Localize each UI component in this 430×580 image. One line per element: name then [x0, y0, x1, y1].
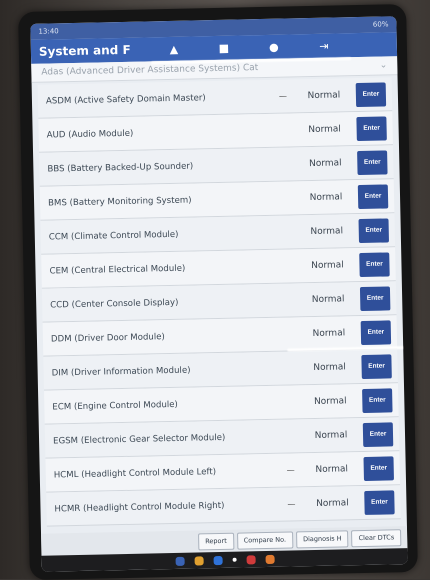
chevron-down-icon: ⌄ [380, 60, 388, 70]
module-name: DDM (Driver Door Module) [43, 329, 279, 344]
module-row: HCMR (Headlight Control Module Right)—No… [46, 485, 401, 526]
print-icon[interactable]: ■ [199, 41, 249, 55]
module-name: CCM (Climate Control Module) [41, 227, 277, 242]
module-status: Normal [297, 328, 361, 339]
enter-button[interactable]: Enter [363, 456, 393, 481]
enter-button[interactable]: Enter [361, 320, 391, 345]
module-status: Normal [295, 226, 359, 237]
dash-marker: — [282, 499, 300, 508]
app-icon-1[interactable] [175, 556, 184, 565]
enter-button[interactable]: Enter [357, 150, 387, 175]
home-dot-icon[interactable] [232, 558, 236, 562]
module-status: Normal [300, 497, 364, 508]
toolbar-button[interactable]: Compare No. [237, 531, 294, 549]
module-name: EGSM (Electronic Gear Selector Module) [45, 431, 281, 446]
status-time: 13:40 [38, 27, 58, 35]
module-name: DIM (Driver Information Module) [44, 363, 280, 378]
category-select-value: Adas (Advanced Driver Assistance Systems… [41, 63, 258, 78]
enter-button[interactable]: Enter [358, 184, 388, 209]
toolbar-button[interactable]: Clear DTCs [351, 529, 401, 547]
toolbar-button[interactable]: Report [198, 532, 234, 550]
enter-button[interactable]: Enter [356, 116, 386, 141]
module-status: Normal [294, 192, 358, 203]
module-status: Normal [295, 260, 359, 271]
module-status: Normal [300, 463, 364, 474]
dash-marker: — [282, 465, 300, 474]
page-title: System and F [39, 42, 149, 58]
module-status: Normal [293, 158, 357, 169]
app-icon-2[interactable] [194, 556, 203, 565]
home-icon[interactable]: ▲ [149, 42, 199, 56]
tablet-screen: 13:40 60% System and F ▲ ■ ● ⇥ Adas (Adv… [30, 16, 407, 572]
exit-icon[interactable]: ⇥ [299, 39, 349, 53]
tablet-device: 13:40 60% System and F ▲ ■ ● ⇥ Adas (Adv… [18, 4, 418, 580]
enter-button[interactable]: Enter [358, 218, 388, 243]
module-name: CCD (Center Console Display) [42, 295, 278, 310]
battery-level: 60% [373, 20, 389, 28]
module-status: Normal [292, 90, 356, 101]
enter-button[interactable]: Enter [362, 388, 392, 413]
module-name: BMS (Battery Monitoring System) [40, 193, 276, 208]
enter-button[interactable]: Enter [364, 490, 394, 515]
help-icon[interactable]: ● [249, 40, 299, 54]
app-icon-4[interactable] [246, 555, 255, 564]
module-name: HCML (Headlight Control Module Left) [46, 465, 282, 480]
enter-button[interactable]: Enter [356, 82, 386, 107]
dash-marker: — [274, 91, 292, 100]
module-status: Normal [298, 396, 362, 407]
module-name: ASDM (Active Safety Domain Master) [38, 91, 274, 106]
enter-button[interactable]: Enter [363, 422, 393, 447]
module-status: Normal [293, 124, 357, 135]
app-icon-3[interactable] [213, 555, 222, 564]
app-icon-5[interactable] [265, 554, 274, 563]
module-status: Normal [298, 362, 362, 373]
module-name: HCMR (Headlight Control Module Right) [46, 499, 282, 514]
enter-button[interactable]: Enter [361, 354, 391, 379]
module-name: AUD (Audio Module) [39, 125, 275, 140]
toolbar-button[interactable]: Diagnosis H [296, 530, 349, 548]
module-status: Normal [299, 429, 363, 440]
enter-button[interactable]: Enter [359, 252, 389, 277]
module-name: ECM (Engine Control Module) [44, 397, 280, 412]
module-name: CEM (Central Electrical Module) [41, 261, 277, 276]
photo-background: 13:40 60% System and F ▲ ■ ● ⇥ Adas (Adv… [0, 0, 430, 579]
module-name: BBS (Battery Backed-Up Sounder) [39, 159, 275, 174]
enter-button[interactable]: Enter [360, 286, 390, 311]
module-list: ASDM (Active Safety Domain Master)—Norma… [32, 75, 407, 527]
module-status: Normal [296, 294, 360, 305]
